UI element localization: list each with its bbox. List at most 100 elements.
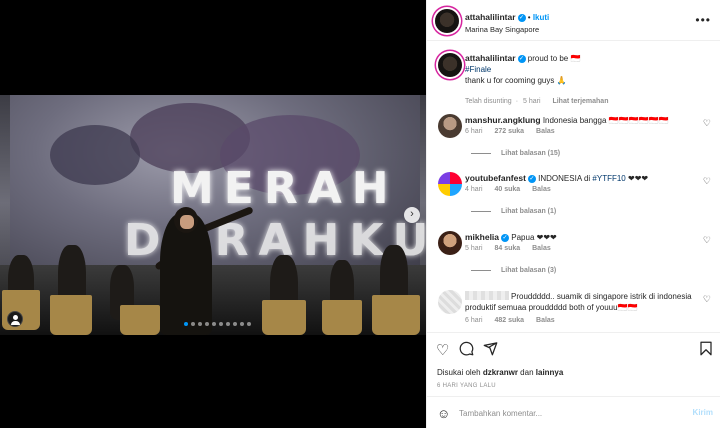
comment-item: mikhelia ✓ Papua ❤❤❤ ♡ 5 hari 84 suka Bal… — [435, 229, 715, 279]
add-comment-bar: ☺ Kirim — [427, 396, 720, 428]
follow-separator: • — [527, 13, 531, 22]
heart-icon[interactable]: ♡ — [703, 118, 711, 129]
comment-body: Indonesia bangga 🇮🇩🇮🇩🇮🇩🇮🇩🇮🇩🇮🇩 — [542, 116, 669, 125]
comment-icon[interactable] — [459, 341, 474, 360]
carousel-dot — [240, 322, 244, 326]
comment-text: mikhelia ✓ Papua ❤❤❤ — [465, 232, 695, 243]
comment-username[interactable]: mikhelia — [465, 232, 499, 242]
comment-username[interactable]: manshur.angklung — [465, 115, 541, 125]
caption-edited: Telah disunting — [465, 98, 512, 105]
caption-meta: Telah disunting · 5 hari Lihat terjemahan — [465, 98, 609, 105]
verified-badge-icon: ✓ — [527, 174, 536, 183]
comment-likes[interactable]: 272 suka — [494, 128, 524, 135]
heart-icon[interactable]: ♡ — [703, 176, 711, 187]
comments-list: attahalilintar ✓ proud to be 🇮🇩 #Finale t… — [427, 42, 720, 332]
dancer-skirt — [262, 300, 306, 335]
dancer-skirt — [322, 300, 362, 335]
reply-button[interactable]: Balas — [536, 317, 555, 324]
emoji-icon[interactable]: ☺ — [437, 406, 450, 421]
caption-hashtag[interactable]: #Finale — [465, 65, 491, 74]
carousel-dot — [247, 322, 251, 326]
avatar[interactable] — [438, 290, 462, 314]
post-header: attahalilintar ✓ • Ikuti Marina Bay Singa… — [427, 0, 720, 41]
comment-time: 6 hari — [465, 317, 483, 324]
carousel-dot — [212, 322, 216, 326]
verified-badge-icon: ✓ — [501, 233, 510, 242]
dancer-skirt — [120, 305, 160, 335]
avatar[interactable] — [435, 9, 459, 33]
avatar[interactable] — [438, 231, 462, 255]
liked-by-user[interactable]: dzkranwr — [483, 368, 518, 377]
reply-button[interactable]: Balas — [532, 245, 551, 252]
comment-body: Prouddddd.. suamik di singapore istrik d… — [465, 292, 692, 312]
comment-meta: 6 hari 272 suka Balas — [465, 128, 565, 135]
comment-item: youtubefanfest ✓ INDONESIA di #YTFF10 ❤❤❤… — [435, 170, 715, 220]
view-replies-link[interactable]: Lihat balasan (1) — [471, 208, 556, 215]
dancer-skirt — [372, 295, 420, 335]
dancer-skirt — [50, 295, 92, 335]
avatar[interactable] — [438, 114, 462, 138]
follow-button[interactable]: Ikuti — [533, 13, 549, 22]
comment-time: 6 hari — [465, 128, 483, 135]
verified-badge-icon: ✓ — [517, 54, 526, 63]
liked-by-and: dan — [520, 368, 534, 377]
reply-button[interactable]: Balas — [532, 186, 551, 193]
carousel-dot — [226, 322, 230, 326]
comment-likes[interactable]: 482 suka — [494, 317, 524, 324]
header-username[interactable]: attahalilintar — [465, 12, 516, 22]
screen-tree-art — [50, 125, 140, 185]
comment-likes[interactable]: 40 suka — [494, 186, 520, 193]
comment-text: Prouddddd.. suamik di singapore istrik d… — [465, 291, 695, 313]
comment-text: youtubefanfest ✓ INDONESIA di #YTFF10 ❤❤❤ — [465, 173, 695, 184]
post-media-pane: MERAH DARAHKU › — [0, 0, 426, 428]
user-tag-icon[interactable] — [7, 311, 23, 327]
caption-block: attahalilintar ✓ proud to be 🇮🇩 #Finale t… — [435, 50, 715, 110]
avatar[interactable] — [438, 53, 462, 77]
carousel-dot — [184, 322, 188, 326]
heart-icon[interactable]: ♡ — [703, 294, 711, 305]
singer-face — [180, 215, 194, 229]
heart-icon[interactable]: ♡ — [436, 341, 449, 359]
caption-username[interactable]: attahalilintar — [465, 53, 516, 63]
comment-likes[interactable]: 84 suka — [494, 245, 520, 252]
comment-body-tail: ❤❤❤ — [627, 174, 649, 183]
chevron-right-icon[interactable]: › — [404, 207, 420, 223]
heart-icon[interactable]: ♡ — [703, 235, 711, 246]
reply-button[interactable]: Balas — [536, 128, 555, 135]
comment-meta: 5 hari 84 suka Balas — [465, 245, 561, 252]
comment-time: 5 hari — [465, 245, 483, 252]
view-replies-link[interactable]: Lihat balasan (3) — [471, 267, 556, 274]
comment-meta: 4 hari 40 suka Balas — [465, 186, 561, 193]
carousel-dot — [219, 322, 223, 326]
caption-text: attahalilintar ✓ proud to be 🇮🇩 #Finale t… — [465, 53, 695, 86]
comment-input[interactable] — [459, 406, 679, 420]
liked-by-prefix: Disukai oleh — [437, 368, 481, 377]
location-link[interactable]: Marina Bay Singapore — [465, 25, 539, 34]
comment-hashtag[interactable]: #YTFF10 — [592, 174, 625, 183]
carousel-dot — [198, 322, 202, 326]
share-icon[interactable] — [483, 341, 498, 360]
comment-item: Prouddddd.. suamik di singapore istrik d… — [435, 288, 715, 332]
more-options-icon[interactable]: ••• — [695, 13, 711, 27]
send-button[interactable]: Kirim — [693, 408, 713, 417]
comment-meta: 6 hari 482 suka Balas — [465, 317, 565, 324]
post-actions: ♡ Disukai oleh dzkranwr dan lainnya 6 HA… — [427, 332, 720, 428]
comment-time: 4 hari — [465, 186, 483, 193]
avatar[interactable] — [438, 172, 462, 196]
post-photo[interactable]: MERAH DARAHKU — [0, 95, 426, 335]
header-user-line: attahalilintar ✓ • Ikuti — [465, 12, 549, 22]
screen-text-line1: MERAH — [170, 163, 399, 214]
liked-by-others[interactable]: lainnya — [536, 368, 564, 377]
translate-link[interactable]: Lihat terjemahan — [552, 98, 608, 105]
caption-line3: thank u for cooming guys 🙏 — [465, 76, 567, 85]
bookmark-icon[interactable] — [699, 341, 713, 360]
comment-body: Papua ❤❤❤ — [511, 233, 557, 242]
post-timestamp[interactable]: 6 HARI YANG LALU — [437, 383, 496, 389]
comment-item: manshur.angklung Indonesia bangga 🇮🇩🇮🇩🇮🇩… — [435, 112, 715, 162]
view-replies-link[interactable]: Lihat balasan (15) — [471, 150, 560, 157]
comment-body: INDONESIA di — [538, 174, 591, 183]
comment-username[interactable]: youtubefanfest — [465, 173, 526, 183]
carousel-dot — [233, 322, 237, 326]
post-side-panel: attahalilintar ✓ • Ikuti Marina Bay Singa… — [426, 0, 720, 428]
caption-line1: proud to be 🇮🇩 — [527, 54, 581, 63]
